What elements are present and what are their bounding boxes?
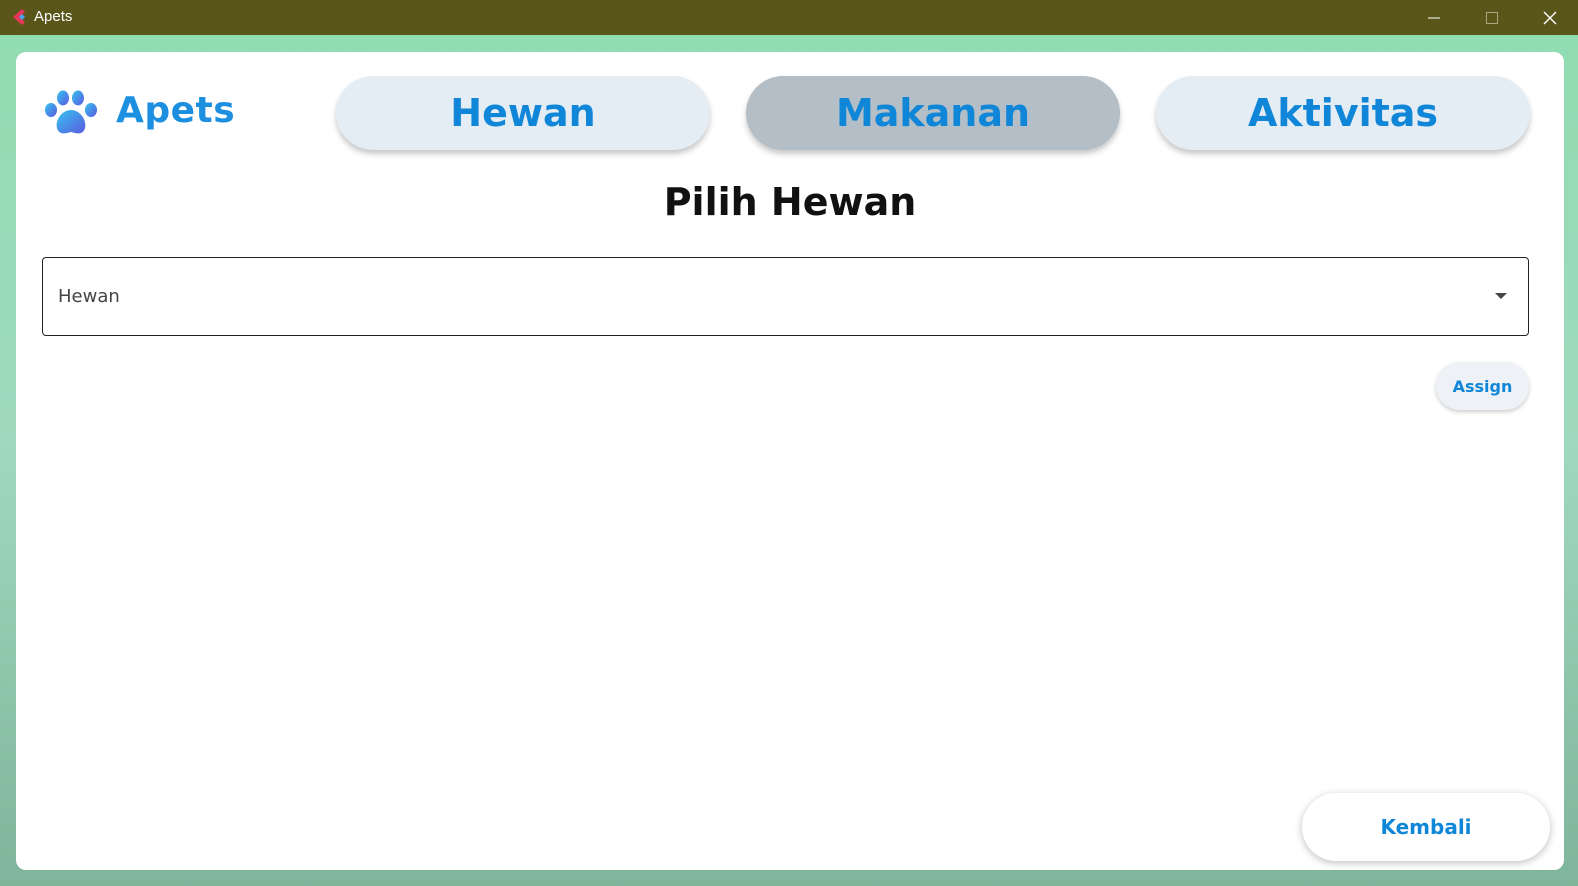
window-titlebar: Apets [0,0,1578,35]
maximize-icon [1486,11,1498,24]
assign-button[interactable]: Assign [1436,362,1529,410]
minimize-icon [1428,17,1440,18]
minimize-button[interactable] [1405,0,1463,35]
close-icon [1543,11,1557,24]
chevron-down-icon [1495,293,1507,299]
window-title: Apets [34,8,73,25]
page-title: Pilih Hewan [663,180,917,224]
nav-makanan-button[interactable]: Makanan [746,76,1120,150]
close-button[interactable] [1521,0,1578,35]
maximize-button[interactable] [1463,0,1521,35]
hewan-select[interactable]: Hewan [42,257,1529,336]
nav-hewan-button[interactable]: Hewan [336,76,710,150]
main-card: Apets Hewan Makanan Aktivitas Pilih Hewa… [16,52,1564,870]
paw-icon [45,90,97,134]
app-logo-icon [13,9,25,25]
select-value: Hewan [58,286,120,307]
brand-name: Apets [116,90,236,131]
kembali-button[interactable]: Kembali [1302,793,1550,861]
nav-aktivitas-button[interactable]: Aktivitas [1156,76,1530,150]
